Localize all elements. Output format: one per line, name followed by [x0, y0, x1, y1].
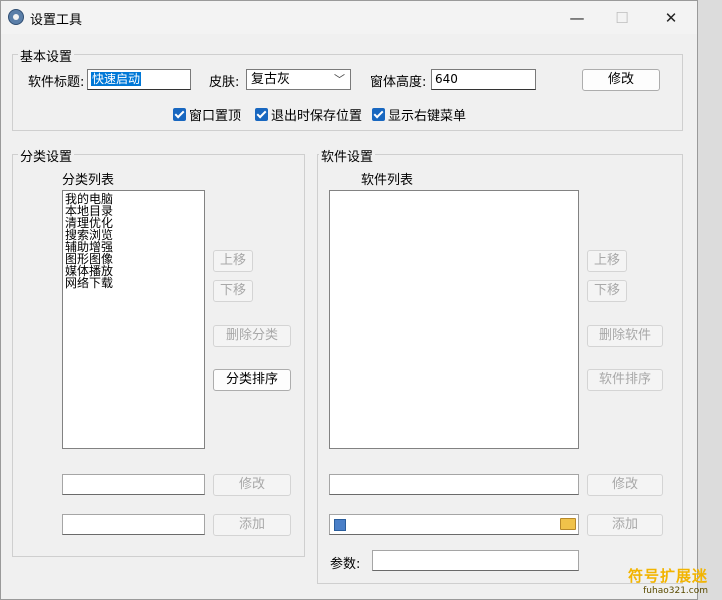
watermark-en: fuhao321.com — [643, 586, 708, 596]
save-position-label: 退出时保存位置 — [271, 109, 363, 124]
context-menu-checkbox[interactable]: 显示右键菜单 — [372, 105, 466, 124]
checkbox-checked-icon — [255, 108, 268, 121]
save-position-checkbox[interactable]: 退出时保存位置 — [255, 105, 362, 124]
category-listbox[interactable]: 我的电脑 本地目录 清理优化 搜索浏览 辅助增强 图形图像 媒体播放 网络下载 — [62, 190, 205, 449]
software-title-value: 快速启动 — [91, 72, 142, 86]
watermark-cn: 符号扩展迷 — [627, 567, 708, 585]
settings-window: 设置工具 — ☐ ✕ 基本设置 软件标题: 快速启动 皮肤: 复古灰 ﹀ 窗体高… — [0, 0, 698, 600]
category-add-button[interactable]: 添加 — [213, 514, 291, 536]
skin-value: 复古灰 — [251, 72, 291, 87]
software-move-down-button[interactable]: 下移 — [587, 280, 627, 302]
software-path-input[interactable] — [329, 514, 579, 535]
software-listbox[interactable] — [329, 190, 579, 449]
software-title-label: 软件标题: — [28, 75, 85, 90]
basic-settings-title: 基本设置 — [18, 46, 75, 65]
category-item[interactable]: 网络下载 — [63, 277, 204, 289]
shortcut-icon — [334, 519, 346, 531]
software-move-up-button[interactable]: 上移 — [587, 250, 627, 272]
software-name-input[interactable] — [329, 474, 579, 495]
category-add-input[interactable] — [62, 514, 205, 535]
checkbox-checked-icon — [372, 108, 385, 121]
close-button[interactable]: ✕ — [649, 5, 693, 31]
basic-modify-button[interactable]: 修改 — [582, 69, 660, 91]
software-list-label: 软件列表 — [361, 173, 414, 188]
category-settings-title: 分类设置 — [18, 146, 75, 165]
category-modify-button[interactable]: 修改 — [213, 474, 291, 496]
category-move-up-button[interactable]: 上移 — [213, 250, 253, 272]
window-height-label: 窗体高度: — [370, 75, 427, 90]
site-watermark: 符号扩展迷 fuhao321.com — [628, 565, 708, 596]
minimize-button[interactable]: — — [555, 5, 599, 31]
context-menu-label: 显示右键菜单 — [388, 109, 467, 124]
delete-software-button[interactable]: 删除软件 — [587, 325, 663, 347]
topmost-checkbox[interactable]: 窗口置顶 — [173, 105, 241, 124]
skin-select[interactable]: 复古灰 ﹀ — [246, 69, 351, 90]
chevron-down-icon: ﹀ — [334, 73, 345, 86]
checkbox-checked-icon — [173, 108, 186, 121]
skin-label: 皮肤: — [209, 75, 240, 90]
software-settings-title: 软件设置 — [319, 146, 376, 165]
maximize-button[interactable]: ☐ — [600, 5, 644, 31]
sort-software-button[interactable]: 软件排序 — [587, 369, 663, 391]
software-modify-button[interactable]: 修改 — [587, 474, 663, 496]
topmost-label: 窗口置顶 — [189, 109, 242, 124]
params-label: 参数: — [330, 557, 361, 572]
category-name-input[interactable] — [62, 474, 205, 495]
folder-browse-icon[interactable] — [560, 518, 576, 530]
title-bar: 设置工具 — ☐ ✕ — [1, 1, 697, 34]
sort-category-button[interactable]: 分类排序 — [213, 369, 291, 391]
software-add-button[interactable]: 添加 — [587, 514, 663, 536]
software-title-input[interactable]: 快速启动 — [87, 69, 191, 90]
params-input[interactable] — [372, 550, 579, 571]
window-title: 设置工具 — [30, 13, 83, 28]
category-move-down-button[interactable]: 下移 — [213, 280, 253, 302]
window-height-input[interactable]: 640 — [431, 69, 536, 90]
delete-category-button[interactable]: 删除分类 — [213, 325, 291, 347]
category-list-label: 分类列表 — [62, 173, 115, 188]
app-gear-icon — [8, 9, 24, 25]
